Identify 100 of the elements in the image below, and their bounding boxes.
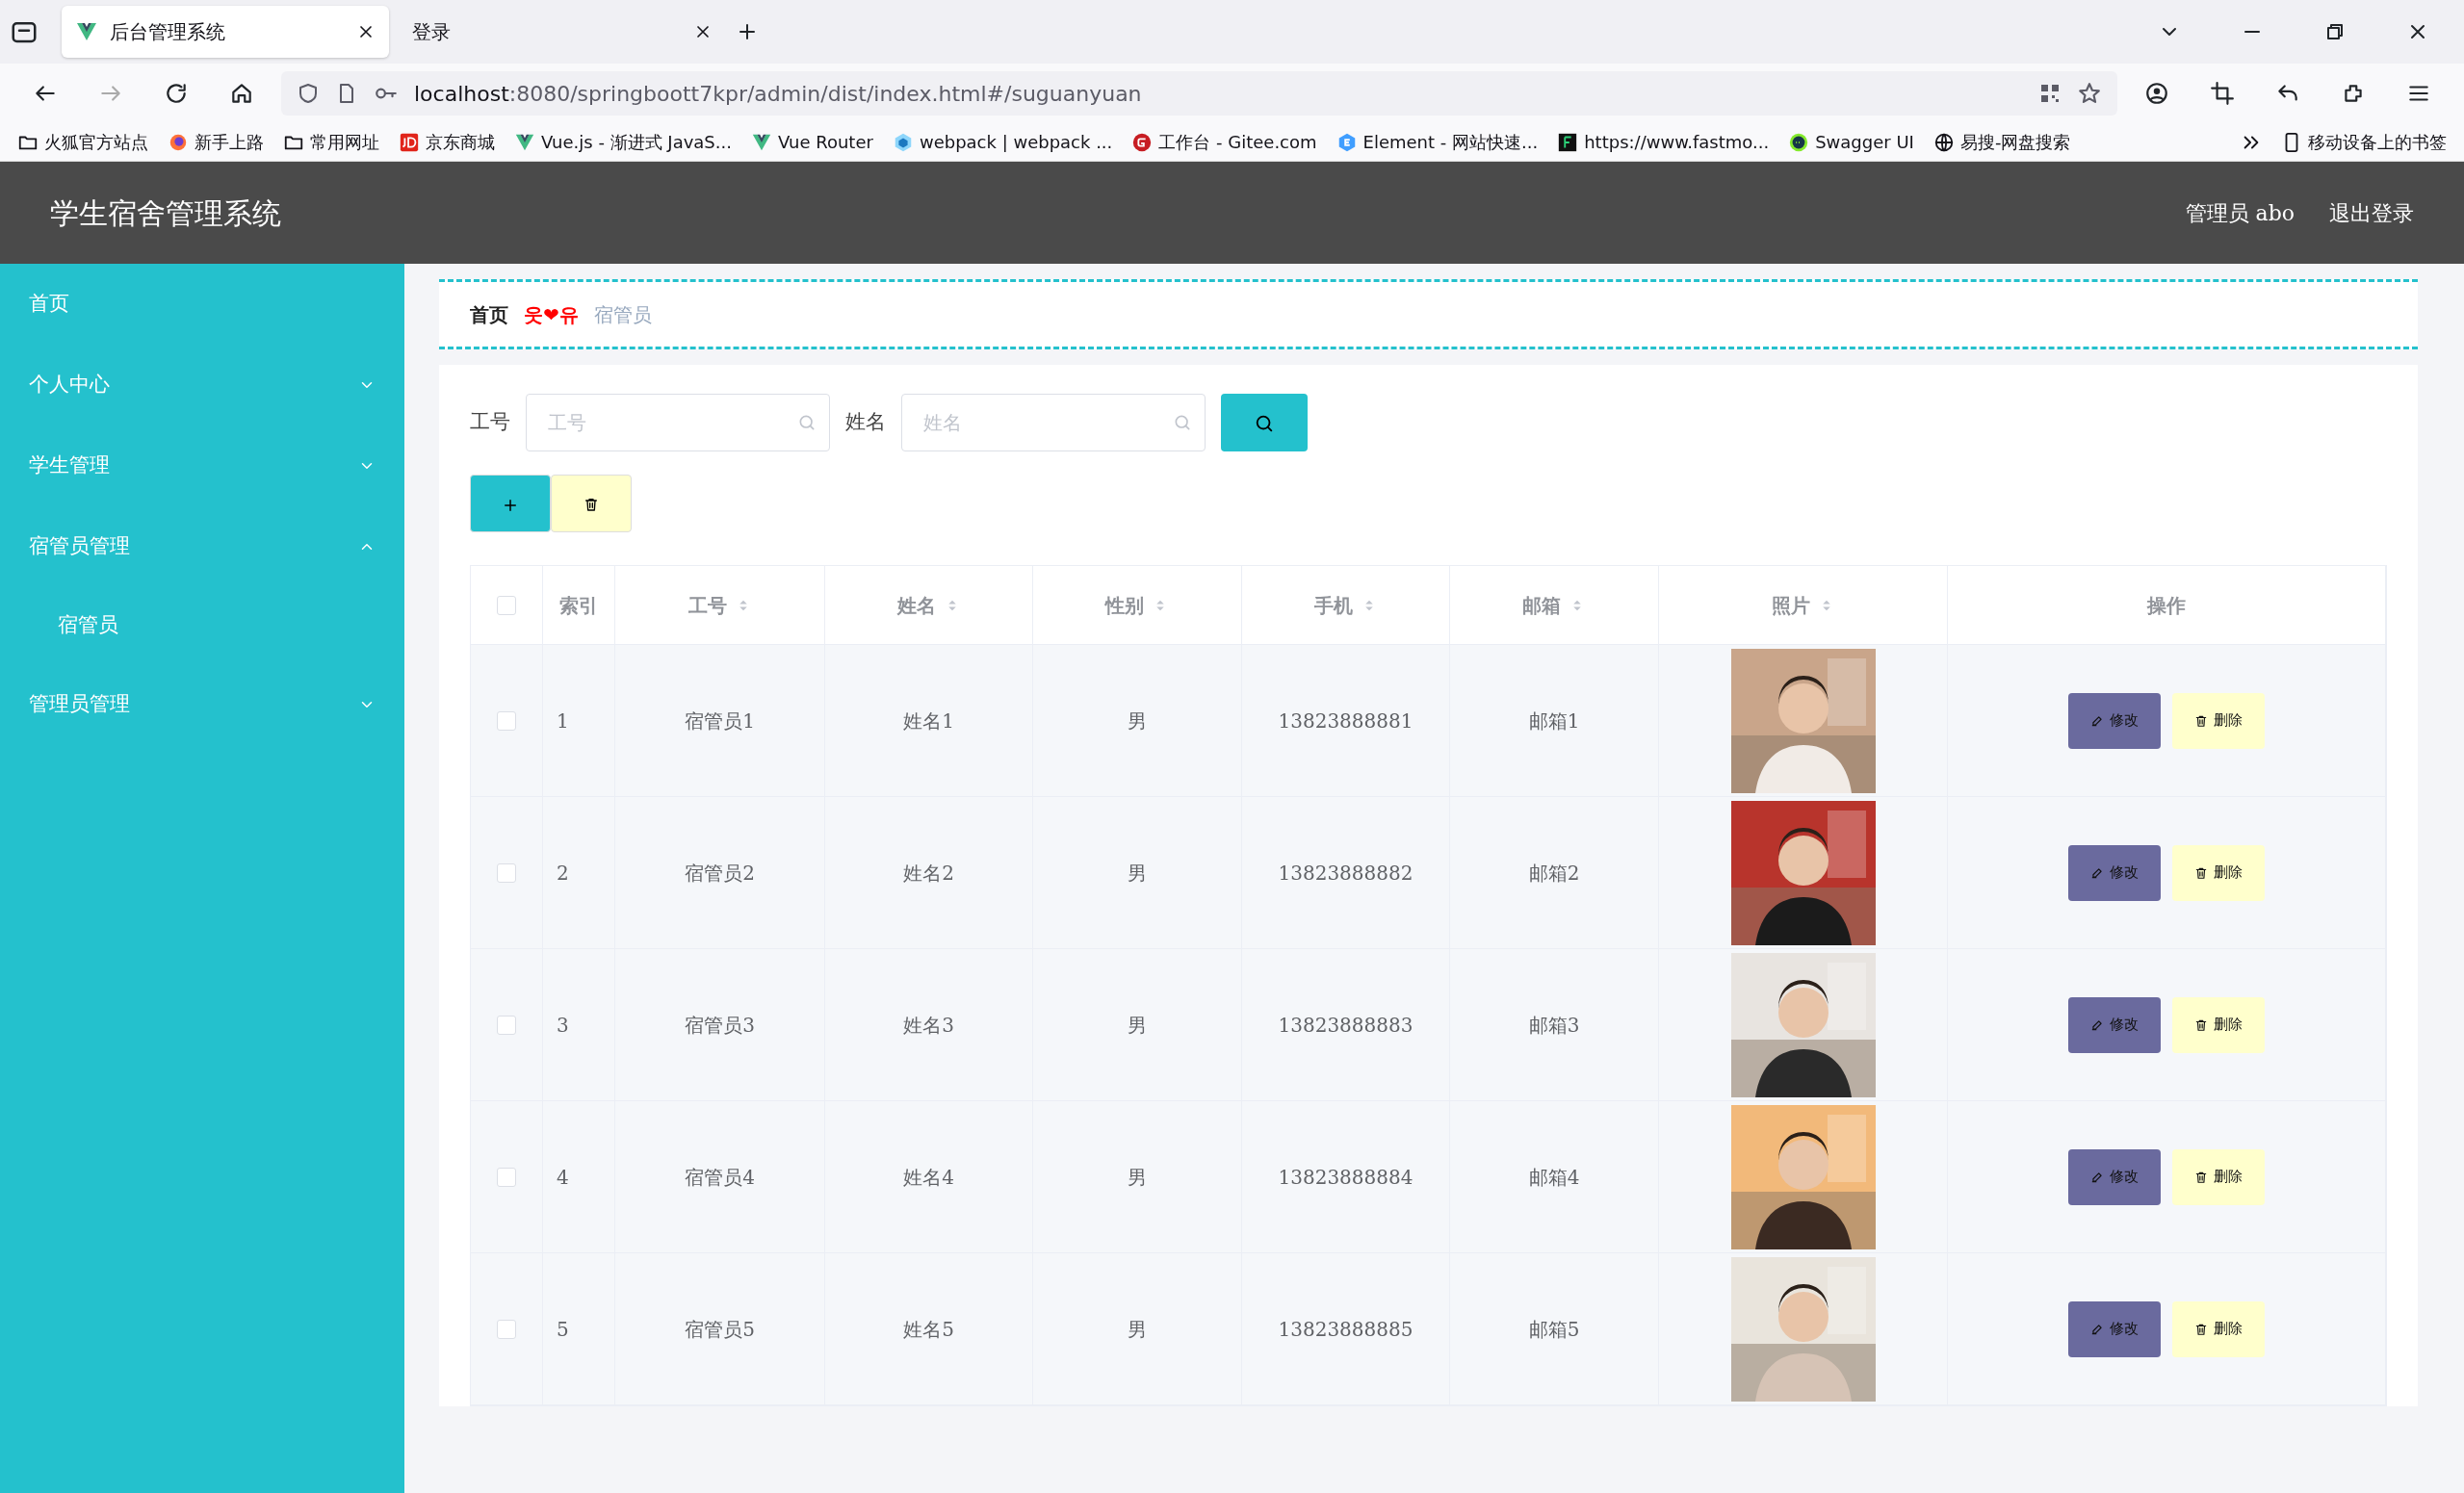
bookmark-link[interactable]: webpack | webpack ... xyxy=(919,129,1113,155)
column-header: 操作 xyxy=(2147,592,2186,619)
gitee-logo-icon xyxy=(1131,131,1154,153)
table-cell-text: 2 xyxy=(557,860,569,887)
search-field[interactable]: 工号 xyxy=(526,394,830,451)
table-cell-text: 男 xyxy=(1128,860,1147,887)
row-checkbox[interactable] xyxy=(497,710,516,731)
home-icon[interactable] xyxy=(229,81,254,106)
trash-icon xyxy=(2194,865,2208,880)
bookmark-link[interactable]: 新手上路 xyxy=(195,129,264,155)
trash-icon xyxy=(584,496,599,512)
field-label: 姓名 xyxy=(845,409,886,436)
delete-button[interactable]: 删除 xyxy=(2172,996,2265,1053)
trash-icon xyxy=(2194,1170,2208,1184)
user-name: 管理员 abo xyxy=(2185,199,2295,227)
table-cell-text: 姓名1 xyxy=(903,708,954,734)
table-cell-text: 宿管员3 xyxy=(685,1012,755,1039)
url-text: localhost:8080/springboott7kpr/admin/dist/index.html#/suguanyuan xyxy=(414,80,1143,108)
edit-button[interactable]: 修改 xyxy=(2068,692,2161,749)
search-icon xyxy=(1173,413,1192,432)
bookmark-link[interactable]: 工作台 - Gitee.com xyxy=(1158,129,1317,155)
qr-code-icon[interactable] xyxy=(2038,82,2062,105)
breadcrumb-link[interactable]: 首页 xyxy=(470,299,508,329)
app-title: 学生宿舍管理系统 xyxy=(50,194,281,232)
shield-icon xyxy=(297,82,320,105)
pen-icon xyxy=(2090,1017,2104,1032)
table-cell-text: 姓名3 xyxy=(903,1012,954,1039)
table-cell-text: 邮箱4 xyxy=(1528,1164,1580,1191)
bookmark-link[interactable]: 京东商城 xyxy=(426,129,495,155)
edit-button[interactable]: 修改 xyxy=(2068,1300,2161,1357)
table-cell-text: 姓名5 xyxy=(903,1316,954,1343)
address-bar[interactable]: localhost:8080/springboott7kpr/admin/dist/index.html#/suguanyuan xyxy=(281,71,2117,116)
delete-button[interactable] xyxy=(551,475,632,532)
table-cell-text: 宿管员2 xyxy=(685,860,755,887)
table-cell-text: 邮箱2 xyxy=(1528,860,1580,887)
bookmark-link[interactable]: https://www.fastmo... xyxy=(1584,129,1770,155)
trash-icon xyxy=(2194,1017,2208,1032)
search-field[interactable]: 姓名 xyxy=(901,394,1206,451)
edit-button[interactable]: 修改 xyxy=(2068,996,2161,1053)
row-checkbox[interactable] xyxy=(497,862,516,883)
table-cell-text: 宿管员1 xyxy=(685,708,755,734)
reload-icon[interactable] xyxy=(164,81,189,106)
trash-icon xyxy=(2194,713,2208,728)
bookmark-link[interactable]: 常用网址 xyxy=(310,129,379,155)
table-cell-text: 13823888885 xyxy=(1278,1316,1414,1343)
browser-tab[interactable]: 登录 xyxy=(399,6,726,58)
search-button[interactable] xyxy=(1221,394,1308,451)
bookmark-link[interactable]: 火狐官方站点 xyxy=(44,129,148,155)
pen-icon xyxy=(2090,1170,2104,1184)
table-cell-text: 1 xyxy=(557,708,569,734)
bookmark-link[interactable]: 移动设备上的书签 xyxy=(2308,129,2447,155)
search-icon xyxy=(797,413,817,432)
globe-icon xyxy=(1932,131,1955,153)
table-cell-text: 13823888883 xyxy=(1278,1012,1414,1039)
table-cell-text: 3 xyxy=(557,1012,569,1039)
jd-logo-icon xyxy=(399,131,420,153)
bookmark-link[interactable]: Vue Router xyxy=(777,129,873,155)
table-cell-text: 男 xyxy=(1128,1316,1147,1343)
table-cell-text: 男 xyxy=(1128,1164,1147,1191)
row-checkbox[interactable] xyxy=(497,1167,516,1187)
delete-button[interactable]: 删除 xyxy=(2172,1148,2265,1205)
bookmark-link[interactable]: Swagger UI xyxy=(1815,129,1914,155)
browser-tab[interactable]: 后台管理系统 xyxy=(62,6,389,58)
breadcrumb-current: 宿管员 xyxy=(593,301,652,328)
edit-button[interactable]: 修改 xyxy=(2068,844,2161,901)
pen-icon xyxy=(2090,1322,2104,1336)
row-checkbox[interactable] xyxy=(497,1015,516,1035)
terminal-icon xyxy=(1557,131,1579,153)
delete-button[interactable]: 删除 xyxy=(2172,844,2265,901)
bookmark-link[interactable]: Element - 网站快速... xyxy=(1362,129,1539,155)
table-cell-text: 宿管员5 xyxy=(685,1316,755,1343)
table-cell-text: 13823888884 xyxy=(1278,1164,1414,1191)
delete-button[interactable]: 删除 xyxy=(2172,692,2265,749)
table-cell-text: 男 xyxy=(1128,708,1147,734)
logout-link[interactable]: 退出登录 xyxy=(2329,196,2414,229)
bookmark-star-icon[interactable] xyxy=(2077,81,2102,106)
pen-icon xyxy=(2090,865,2104,880)
breadcrumb-separator: 웃❤유 xyxy=(524,301,579,328)
add-button[interactable] xyxy=(470,475,551,532)
account-icon[interactable] xyxy=(2144,81,2169,106)
crop-icon[interactable] xyxy=(2210,81,2235,106)
column-header: 索引 xyxy=(559,592,598,619)
table-cell-text: 13823888882 xyxy=(1278,860,1414,887)
trash-icon xyxy=(2194,1322,2208,1336)
table-cell-text: 姓名2 xyxy=(903,860,954,887)
table-cell-text: 邮箱1 xyxy=(1528,708,1580,734)
delete-button[interactable]: 删除 xyxy=(2172,1300,2265,1357)
table-cell-text: 4 xyxy=(557,1164,569,1191)
edit-button[interactable]: 修改 xyxy=(2068,1148,2161,1205)
table-cell-text: 姓名4 xyxy=(903,1164,954,1191)
table-cell-text: 男 xyxy=(1128,1012,1147,1039)
field-label: 工号 xyxy=(470,409,510,436)
bookmark-link[interactable]: Vue.js - 渐进式 JavaS... xyxy=(541,129,732,155)
row-checkbox[interactable] xyxy=(497,1319,516,1339)
table-cell-text: 5 xyxy=(557,1316,569,1343)
bookmark-link[interactable]: 易搜-网盘搜索 xyxy=(1959,129,2071,155)
table-cell-text: 邮箱5 xyxy=(1528,1316,1580,1343)
select-all-checkbox[interactable] xyxy=(497,595,516,615)
table-cell-text: 13823888881 xyxy=(1278,708,1414,734)
table-cell-text: 宿管员4 xyxy=(685,1164,755,1191)
